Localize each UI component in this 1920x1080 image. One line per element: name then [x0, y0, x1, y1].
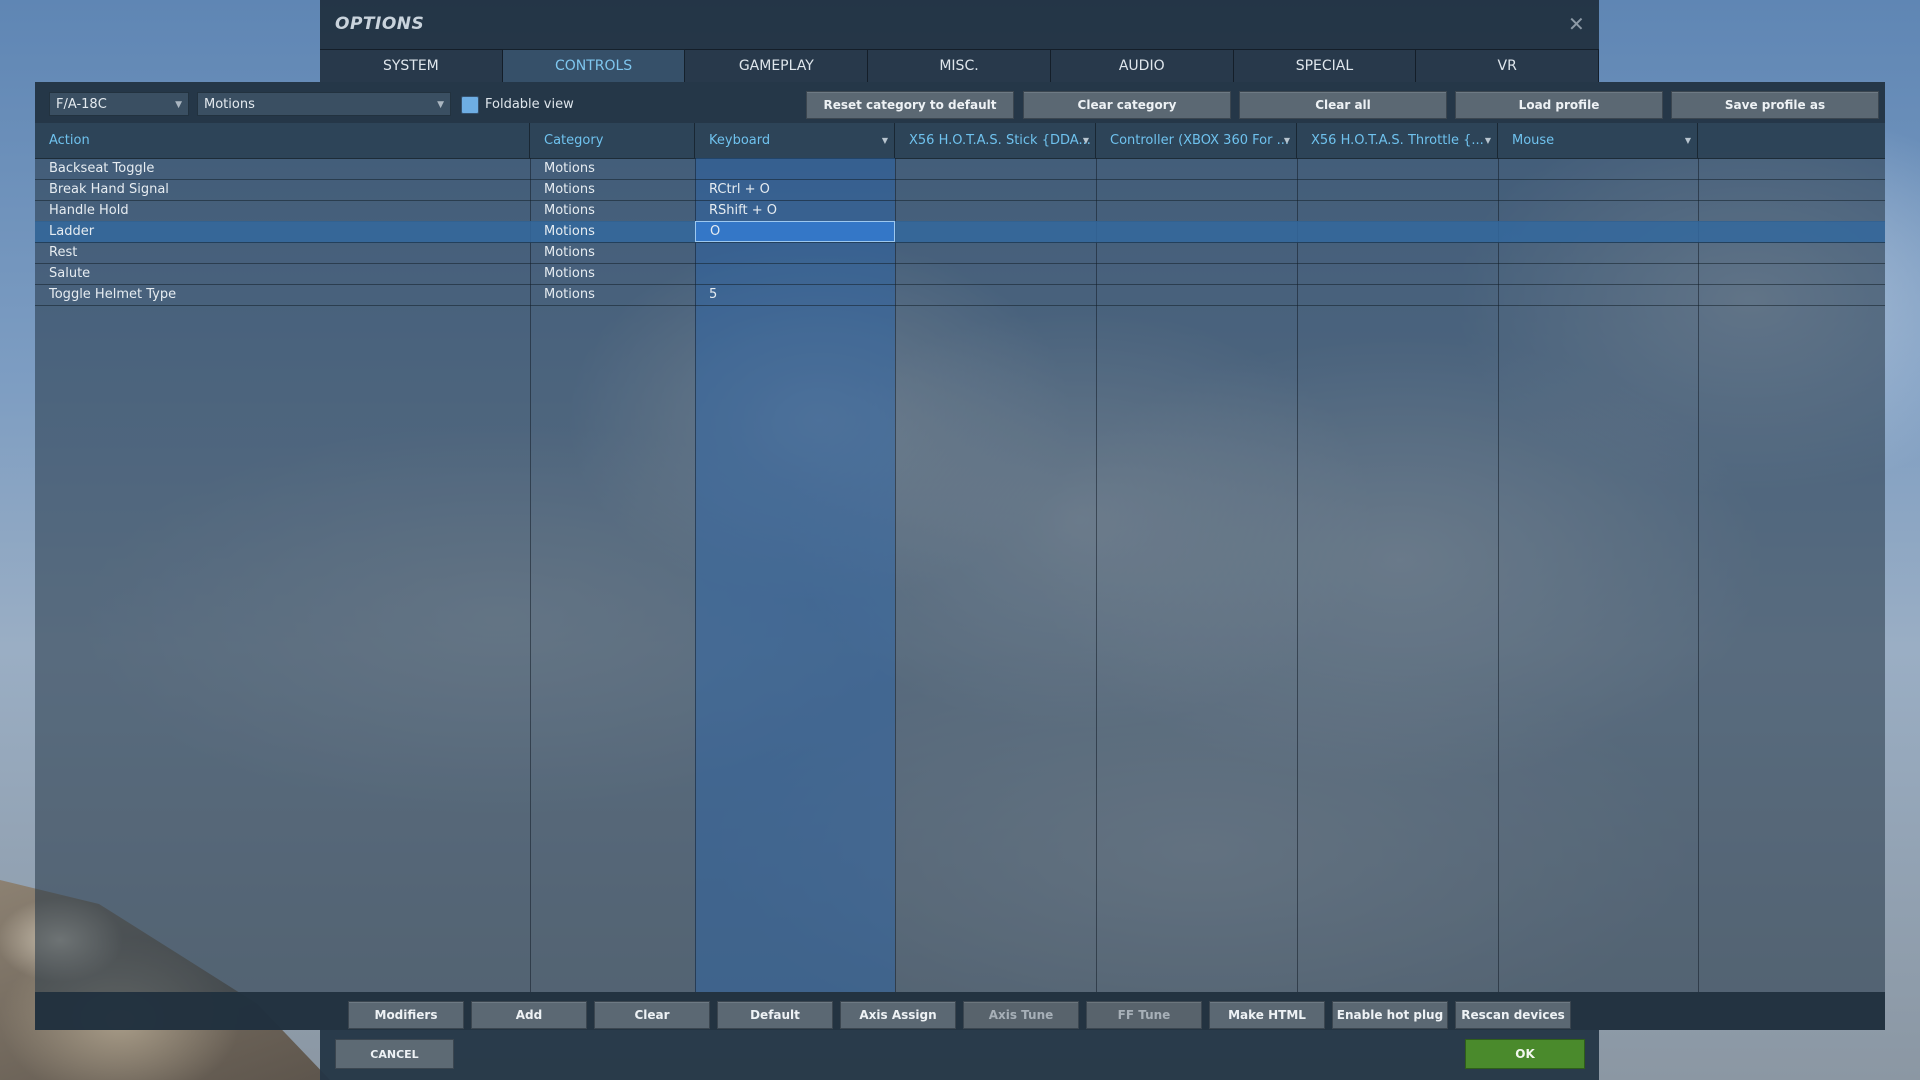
category-cell: Motions — [544, 161, 595, 176]
action-cell: Ladder — [49, 224, 95, 239]
keyboard-binding-cell[interactable] — [695, 158, 895, 179]
clear-all-button[interactable]: Clear all — [1239, 91, 1447, 119]
tab-audio[interactable]: AUDIO — [1050, 49, 1234, 82]
category-cell: Motions — [544, 203, 595, 218]
action-cell: Rest — [49, 245, 78, 260]
action-cell: Break Hand Signal — [49, 182, 169, 197]
close-icon[interactable]: ✕ — [1568, 12, 1585, 36]
column-header-empty — [1698, 123, 1885, 158]
load-profile-button[interactable]: Load profile — [1455, 91, 1663, 119]
column-header-x56-throttle-label: X56 H.O.T.A.S. Throttle {... — [1311, 133, 1484, 148]
chevron-down-icon: ▼ — [437, 100, 444, 110]
cancel-button[interactable]: CANCEL — [335, 1039, 454, 1069]
grid-header: Action Category Keyboard ▼ X56 H.O.T.A.S… — [35, 123, 1885, 159]
category-cell: Motions — [544, 182, 595, 197]
keyboard-binding-cell[interactable]: RShift + O — [695, 200, 895, 221]
axis-assign-button[interactable]: Axis Assign — [840, 1001, 956, 1029]
clear-category-button[interactable]: Clear category — [1023, 91, 1231, 119]
table-row[interactable]: Toggle Helmet Type Motions 5 — [35, 284, 1885, 306]
table-row[interactable]: Backseat Toggle Motions — [35, 158, 1885, 180]
controls-panel: F/A-18C ▼ Motions ▼ Foldable view Reset … — [35, 82, 1885, 1030]
keyboard-binding-cell[interactable] — [695, 242, 895, 263]
clear-button[interactable]: Clear — [594, 1001, 710, 1029]
column-header-action[interactable]: Action — [35, 123, 530, 158]
category-cell: Motions — [544, 287, 595, 302]
keyboard-binding-cell[interactable]: RCtrl + O — [695, 179, 895, 200]
dropdown-arrow-icon[interactable]: ▼ — [1284, 123, 1290, 158]
action-cell: Salute — [49, 266, 91, 281]
controls-toolbar: F/A-18C ▼ Motions ▼ Foldable view Reset … — [35, 82, 1885, 123]
add-button[interactable]: Add — [471, 1001, 587, 1029]
column-header-x56-stick[interactable]: X56 H.O.T.A.S. Stick {DDA... ▼ — [895, 123, 1096, 158]
save-profile-as-button[interactable]: Save profile as — [1671, 91, 1879, 119]
tab-system[interactable]: SYSTEM — [320, 49, 503, 82]
tab-bar: SYSTEM CONTROLS GAMEPLAY MISC. AUDIO SPE… — [320, 49, 1600, 82]
axis-tune-button[interactable]: Axis Tune — [963, 1001, 1079, 1029]
column-header-mouse-label: Mouse — [1512, 133, 1555, 148]
category-select-value: Motions — [204, 97, 255, 112]
dropdown-arrow-icon[interactable]: ▼ — [1083, 123, 1089, 158]
action-cell: Toggle Helmet Type — [49, 287, 177, 302]
table-row-selected[interactable]: Ladder Motions O — [35, 221, 1885, 243]
column-header-keyboard[interactable]: Keyboard ▼ — [695, 123, 895, 158]
category-select[interactable]: Motions ▼ — [197, 92, 451, 116]
foldable-view-label: Foldable view — [485, 97, 574, 112]
column-header-category[interactable]: Category — [530, 123, 695, 158]
dropdown-arrow-icon[interactable]: ▼ — [882, 123, 888, 158]
ok-button[interactable]: OK — [1465, 1039, 1585, 1069]
window-title: OPTIONS — [335, 14, 425, 34]
rescan-devices-button[interactable]: Rescan devices — [1455, 1001, 1571, 1029]
default-button[interactable]: Default — [717, 1001, 833, 1029]
dialog-footer: CANCEL OK — [320, 1030, 1599, 1080]
tab-misc[interactable]: MISC. — [868, 49, 1051, 82]
bottom-action-bar: Modifiers Add Clear Default Axis Assign … — [35, 992, 1885, 1030]
action-cell: Backseat Toggle — [49, 161, 155, 176]
table-row[interactable]: Handle Hold Motions RShift + O — [35, 200, 1885, 222]
dropdown-arrow-icon[interactable]: ▼ — [1685, 123, 1691, 158]
aircraft-select-value: F/A-18C — [56, 97, 107, 112]
column-header-xbox-controller[interactable]: Controller (XBOX 360 For ... ▼ — [1096, 123, 1297, 158]
dropdown-arrow-icon[interactable]: ▼ — [1485, 123, 1491, 158]
keyboard-binding-cell[interactable] — [695, 263, 895, 284]
column-header-keyboard-label: Keyboard — [709, 133, 771, 148]
action-cell: Handle Hold — [49, 203, 129, 218]
tab-vr[interactable]: VR — [1416, 49, 1600, 82]
table-row[interactable]: Rest Motions — [35, 242, 1885, 264]
tab-gameplay[interactable]: GAMEPLAY — [685, 49, 869, 82]
keyboard-binding-cell[interactable]: 5 — [695, 284, 895, 305]
column-header-xbox-controller-label: Controller (XBOX 360 For ... — [1110, 133, 1289, 148]
category-cell: Motions — [544, 266, 595, 281]
enable-hot-plug-button[interactable]: Enable hot plug — [1332, 1001, 1448, 1029]
modifiers-button[interactable]: Modifiers — [348, 1001, 464, 1029]
category-cell: Motions — [544, 245, 595, 260]
foldable-view-checkbox[interactable] — [461, 96, 479, 114]
tab-controls[interactable]: CONTROLS — [502, 49, 686, 82]
aircraft-select[interactable]: F/A-18C ▼ — [49, 92, 189, 116]
column-header-x56-throttle[interactable]: X56 H.O.T.A.S. Throttle {... ▼ — [1297, 123, 1498, 158]
reset-category-button[interactable]: Reset category to default — [806, 91, 1014, 119]
chevron-down-icon: ▼ — [175, 100, 182, 110]
ff-tune-button[interactable]: FF Tune — [1086, 1001, 1202, 1029]
column-header-mouse[interactable]: Mouse ▼ — [1498, 123, 1698, 158]
keyboard-binding-cell-selected[interactable]: O — [695, 221, 895, 242]
category-cell: Motions — [544, 224, 595, 239]
column-header-x56-stick-label: X56 H.O.T.A.S. Stick {DDA... — [909, 133, 1091, 148]
make-html-button[interactable]: Make HTML — [1209, 1001, 1325, 1029]
table-row[interactable]: Salute Motions — [35, 263, 1885, 285]
tab-special[interactable]: SPECIAL — [1233, 49, 1417, 82]
table-row[interactable]: Break Hand Signal Motions RCtrl + O — [35, 179, 1885, 201]
